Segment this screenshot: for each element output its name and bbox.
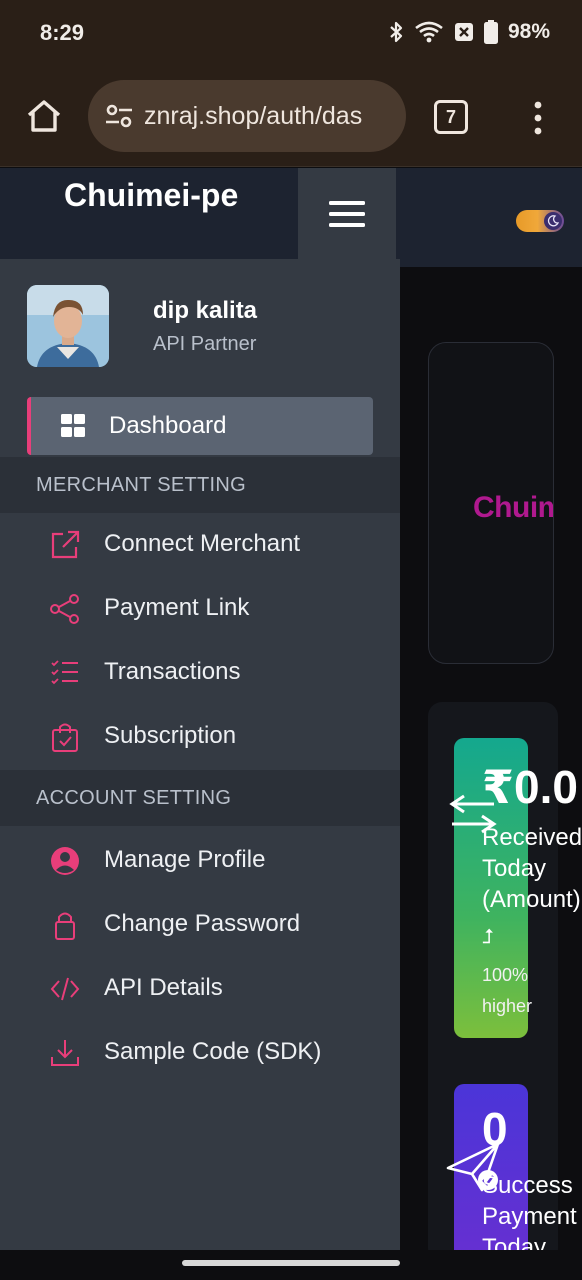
moon-icon (544, 212, 562, 230)
received-label: Received Today (Amount) (482, 824, 582, 913)
url-text[interactable]: znraj.shop/auth/das (144, 102, 362, 131)
received-change: 100% higher (482, 965, 533, 1016)
lock-icon (55, 912, 75, 940)
sidebar-item-subscription[interactable]: Subscription (0, 705, 400, 769)
code-icon (50, 977, 80, 1001)
shopping-bag-icon (52, 723, 78, 752)
sidebar: Chuimei-pe dip kalita API Partner Dashbo… (0, 168, 400, 1250)
battery-icon (483, 20, 498, 44)
sidebar-item-label: Sample Code (SDK) (104, 1038, 322, 1065)
site-settings-icon[interactable] (102, 99, 136, 133)
sidebar-item-label: API Details (104, 974, 223, 1001)
status-icons: 98% (388, 20, 550, 44)
user-profile: dip kalita API Partner (0, 259, 400, 397)
sidebar-item-dashboard[interactable]: Dashboard (27, 397, 373, 455)
sidebar-item-transactions[interactable]: Transactions (0, 641, 400, 705)
sidebar-item-label: Dashboard (109, 412, 227, 439)
battery-saver-icon (454, 23, 473, 41)
sidebar-item-label: Connect Merchant (104, 530, 301, 557)
home-gesture-pill[interactable] (182, 1260, 400, 1266)
trend-up-icon: ⮥ (482, 926, 494, 948)
web-page: Chuimei ₹0.0 Received Today (Amount) ⮥ 1… (0, 168, 582, 1250)
menu-icon (329, 200, 365, 227)
address-bar[interactable]: znraj.shop/auth/das (88, 80, 406, 152)
sidebar-item-api-details[interactable]: API Details (0, 957, 400, 1021)
browser-toolbar: znraj.shop/auth/das 7 (0, 68, 582, 167)
received-amount: ₹0.0 (482, 761, 578, 813)
status-bar: 8:29 98% (0, 0, 582, 68)
theme-toggle[interactable] (516, 210, 564, 232)
section-account-setting: ACCOUNT SETTING (0, 770, 400, 826)
sidebar-item-label: Subscription (104, 722, 237, 749)
share-icon (50, 594, 79, 624)
user-role: API Partner (153, 333, 257, 355)
sidebar-item-connect-merchant[interactable]: Connect Merchant (0, 513, 400, 577)
battery-percent: 98% (507, 20, 550, 43)
checklist-icon (51, 660, 78, 685)
avatar (27, 285, 109, 367)
wifi-icon (415, 21, 443, 43)
sidebar-item-label: Transactions (104, 658, 241, 685)
home-icon[interactable] (24, 96, 64, 136)
sidebar-item-payment-link[interactable]: Payment Link (0, 577, 400, 641)
more-vert-icon[interactable] (528, 98, 548, 138)
sidebar-item-label: Change Password (104, 910, 301, 937)
status-time: 8:29 (40, 20, 85, 45)
sidebar-item-sample-code[interactable]: Sample Code (SDK) (0, 1021, 400, 1085)
external-link-icon (51, 530, 80, 559)
brand-name[interactable]: Chuimei-pe (64, 174, 264, 216)
section-merchant-setting: MERCHANT SETTING (0, 457, 400, 513)
dashboard-row: Dashboard (0, 397, 400, 457)
tab-switcher-button[interactable]: 7 (434, 100, 468, 134)
grid-icon (61, 414, 85, 437)
success-label: Success Payment Today (482, 1172, 577, 1250)
sidebar-brand-row: Chuimei-pe (0, 168, 400, 259)
hamburger-button[interactable] (298, 168, 396, 259)
sidebar-item-manage-profile[interactable]: Manage Profile (0, 829, 400, 893)
bluetooth-icon (390, 21, 403, 43)
gesture-nav-bar (0, 1250, 582, 1280)
download-icon (51, 1040, 79, 1066)
user-name: dip kalita (153, 297, 258, 324)
sidebar-item-change-password[interactable]: Change Password (0, 893, 400, 957)
brand-logo: Chuimei (473, 491, 553, 524)
sidebar-item-label: Payment Link (104, 594, 250, 621)
logo-card: Chuimei (428, 342, 554, 664)
sidebar-item-label: Manage Profile (104, 846, 266, 873)
user-circle-icon (51, 847, 79, 875)
